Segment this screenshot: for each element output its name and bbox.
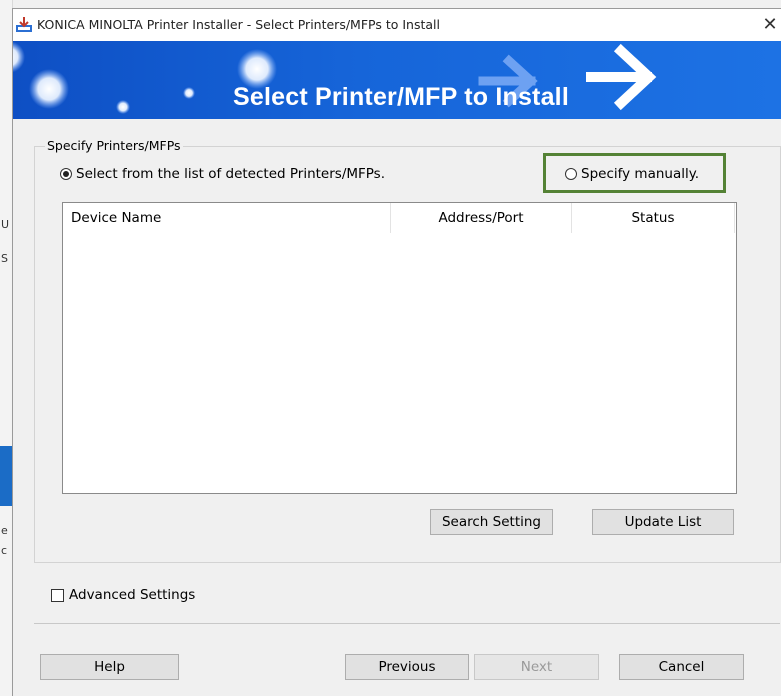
radio-detected-label: Select from the list of detected Printer…	[76, 166, 386, 182]
cancel-button[interactable]: Cancel	[619, 654, 744, 680]
screen: U S e c KONICA MINOLTA Printer Installer…	[0, 0, 781, 696]
background-glyph: U	[1, 218, 10, 231]
background-blue-bar	[0, 446, 12, 506]
next-button[interactable]: Next	[474, 654, 599, 680]
group-title: Specify Printers/MFPs	[45, 138, 183, 153]
advanced-settings-checkbox[interactable]: Advanced Settings	[51, 587, 195, 603]
previous-button[interactable]: Previous	[345, 654, 469, 680]
footer-divider	[34, 623, 780, 624]
radio-checked-icon	[60, 168, 72, 180]
radio-unchecked-icon	[565, 168, 577, 180]
column-header-address-port[interactable]: Address/Port	[391, 203, 572, 233]
installer-app-icon	[16, 17, 32, 32]
column-header-device-name[interactable]: Device Name	[63, 203, 391, 233]
title-bar[interactable]: KONICA MINOLTA Printer Installer - Selec…	[13, 9, 781, 41]
radio-manual-label: Specify manually.	[581, 166, 700, 182]
radio-detected-list[interactable]: Select from the list of detected Printer…	[60, 166, 385, 182]
background-glyph: c	[1, 544, 8, 557]
installer-dialog: KONICA MINOLTA Printer Installer - Selec…	[12, 8, 781, 696]
advanced-settings-label: Advanced Settings	[69, 587, 196, 603]
page-heading: Select Printer/MFP to Install	[233, 83, 569, 111]
radio-specify-manually[interactable]: Specify manually.	[565, 166, 699, 182]
column-header-status[interactable]: Status	[572, 203, 735, 233]
device-list[interactable]: Device Name Address/Port Status	[62, 202, 737, 494]
device-list-header: Device Name Address/Port Status	[63, 203, 736, 233]
checkbox-box-icon	[51, 588, 64, 602]
help-button[interactable]: Help	[40, 654, 179, 680]
close-icon[interactable]: ✕	[760, 15, 780, 35]
search-setting-button[interactable]: Search Setting	[430, 509, 553, 535]
update-list-button[interactable]: Update List	[592, 509, 734, 535]
window-title: KONICA MINOLTA Printer Installer - Selec…	[37, 17, 440, 32]
background-glyph: S	[1, 252, 8, 265]
background-glyph: e	[1, 524, 8, 537]
header-banner: Select Printer/MFP to Install	[13, 41, 781, 119]
